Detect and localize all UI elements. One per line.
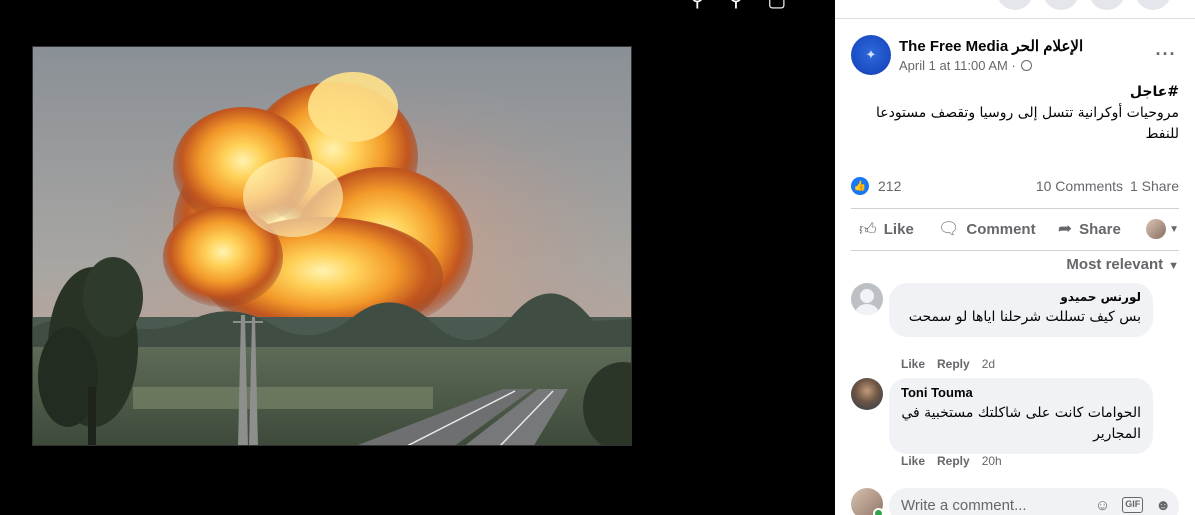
emoji-icon[interactable]: ☺ xyxy=(1095,497,1110,514)
comment-meta: Like Reply 2d xyxy=(901,357,995,371)
explosion-image xyxy=(33,47,631,445)
notifications-icon[interactable] xyxy=(1089,0,1125,10)
profile-selector-avatar[interactable] xyxy=(1146,219,1167,239)
top-nav-buttons xyxy=(997,0,1171,10)
menu-icon[interactable] xyxy=(997,0,1033,10)
fullscreen-icon[interactable]: ▢ xyxy=(767,0,786,10)
hashtag-link[interactable]: #عاجل xyxy=(859,82,1179,103)
shares-count[interactable]: 1 Share xyxy=(1130,178,1179,194)
share-button[interactable]: ➦ Share xyxy=(1050,212,1141,246)
commenter-avatar[interactable] xyxy=(851,378,883,410)
comment-button[interactable]: 🗨︎ Comment xyxy=(930,212,1050,246)
comment-reply-link[interactable]: Reply xyxy=(937,357,970,371)
messenger-icon[interactable] xyxy=(1043,0,1079,10)
comment: لورنس حميدو بس كيف تسللت شرحلنا اياها لو… xyxy=(851,283,1179,373)
comment-reply-link[interactable]: Reply xyxy=(937,454,970,468)
more-options-button[interactable]: ··· xyxy=(1151,39,1181,69)
thumbs-up-icon: 👍︎ xyxy=(859,219,877,239)
comments-count[interactable]: 10 Comments xyxy=(1036,178,1123,194)
post-text: #عاجل مروحيات أوكرانية تتسل إلى روسيا وت… xyxy=(859,82,1179,145)
viewer-toolbar: ⚲ ⚲ ▢ xyxy=(690,0,786,10)
commenter-avatar[interactable] xyxy=(851,283,883,315)
comment-time[interactable]: 2d xyxy=(982,357,995,371)
like-button[interactable]: 👍︎ Like xyxy=(851,212,930,246)
comment-meta: Like Reply 20h xyxy=(901,454,1002,468)
comment-text: بس كيف تسللت شرحلنا اياها لو سمحت xyxy=(908,309,1141,325)
sort-label: Most relevant xyxy=(1066,256,1164,273)
caret-down-icon[interactable]: ▼ xyxy=(1169,224,1179,235)
timestamp-text[interactable]: April 1 at 11:00 AM · xyxy=(899,58,1019,73)
caret-down-icon: ▼ xyxy=(1168,260,1179,272)
comment-input-placeholder: Write a comment... xyxy=(901,497,1027,514)
search-icon[interactable]: ⚲ xyxy=(690,0,705,10)
like-label: Like xyxy=(883,220,914,238)
comment-icon: 🗨︎ xyxy=(937,219,960,238)
post-timestamp[interactable]: April 1 at 11:00 AM · xyxy=(899,58,1033,73)
comment-author[interactable]: لورنس حميدو xyxy=(901,290,1141,304)
post-photo[interactable] xyxy=(32,46,632,446)
comment-like-link[interactable]: Like xyxy=(901,357,925,371)
post-body: مروحيات أوكرانية تتسل إلى روسيا وتقصف مس… xyxy=(875,105,1179,142)
like-reaction-icon[interactable]: 👍 xyxy=(851,177,869,195)
comment-time[interactable]: 20h xyxy=(982,454,1002,468)
comment-author[interactable]: Toni Touma xyxy=(901,385,1141,400)
logo-icon: ✦ xyxy=(865,47,877,62)
divider xyxy=(851,208,1179,209)
post-header: ✦ The Free Media الإعلام الحر April 1 at… xyxy=(851,35,1181,79)
zoom-icon[interactable]: ⚲ xyxy=(729,0,744,10)
page-avatar[interactable]: ✦ xyxy=(851,35,891,75)
share-label: Share xyxy=(1079,220,1121,238)
like-count[interactable]: 212 xyxy=(878,178,901,194)
photo-viewer: ⚲ ⚲ ▢ xyxy=(0,0,835,515)
post-actions: 👍︎ Like 🗨︎ Comment ➦ Share ▼ xyxy=(851,212,1179,246)
divider xyxy=(835,18,1195,19)
share-arrow-icon: ➦ xyxy=(1057,219,1073,238)
globe-icon xyxy=(1021,60,1033,71)
gif-icon[interactable]: GIF xyxy=(1122,497,1144,513)
comment-bubble: Toni Touma الحوامات كانت على شاكلتك مستخ… xyxy=(889,378,1153,454)
comment-input[interactable]: Write a comment... ☺ GIF ☻ xyxy=(889,488,1179,515)
comment-label: Comment xyxy=(966,220,1036,238)
post-stats: 👍 212 10 Comments 1 Share xyxy=(851,177,1179,197)
online-status-dot xyxy=(873,508,884,515)
comment: Toni Touma الحوامات كانت على شاكلتك مستخ… xyxy=(851,378,1179,470)
comment-sort-dropdown[interactable]: Most relevant ▼ xyxy=(1066,256,1179,273)
comment-like-link[interactable]: Like xyxy=(901,454,925,468)
page-name[interactable]: The Free Media الإعلام الحر xyxy=(899,37,1083,55)
facebook-photo-post-view: ⚲ ⚲ ▢ ✦ The Free Media الإعلام الحر Apri… xyxy=(0,0,1195,515)
comment-bubble: لورنس حميدو بس كيف تسللت شرحلنا اياها لو… xyxy=(889,283,1153,337)
composer-tools: ☺ GIF ☻ xyxy=(1095,497,1171,514)
comment-composer: Write a comment... ☺ GIF ☻ xyxy=(851,484,1179,515)
sticker-icon[interactable]: ☻ xyxy=(1155,497,1171,514)
post-panel: ✦ The Free Media الإعلام الحر April 1 at… xyxy=(835,0,1195,515)
comment-text: الحوامات كانت على شاكلتك مستخبية في المج… xyxy=(901,405,1141,442)
account-icon[interactable] xyxy=(1135,0,1171,10)
divider xyxy=(851,250,1179,251)
